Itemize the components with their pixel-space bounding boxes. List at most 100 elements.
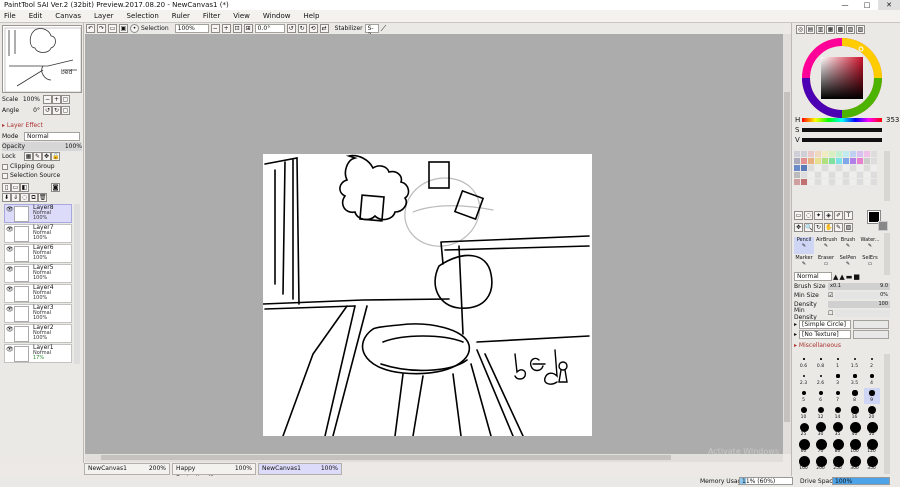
- selection-source-checkbox[interactable]: [2, 172, 8, 179]
- layer-item[interactable]: 👁 Layer8 Normal 100%: [4, 204, 72, 223]
- menu-file[interactable]: File: [4, 12, 16, 20]
- rotate-reset-icon[interactable]: ⟲: [308, 24, 318, 33]
- brush-shape-soft-icon[interactable]: ▲: [839, 273, 844, 281]
- delete-layer-icon[interactable]: 🗑: [38, 193, 47, 202]
- rgb-slider-icon[interactable]: ▤: [806, 25, 815, 34]
- navigator-preview[interactable]: bed: [2, 25, 82, 93]
- brush-size-preset[interactable]: 1: [830, 354, 846, 370]
- brush-size-preset[interactable]: 100: [847, 438, 863, 455]
- brush-size-preset[interactable]: 25: [796, 422, 812, 438]
- brush-size-preset[interactable]: 4: [864, 371, 880, 387]
- brush-tool[interactable]: Brush ✎: [838, 237, 858, 254]
- blend-mode-select[interactable]: Normal: [794, 272, 832, 281]
- rotate-right-icon[interactable]: ↻: [297, 24, 307, 33]
- brush-size-preset[interactable]: 80: [830, 438, 846, 455]
- brush-size-preset[interactable]: 5: [796, 388, 812, 404]
- eye-icon[interactable]: 👁: [6, 247, 14, 253]
- selers-tool[interactable]: SelErs ▭: [860, 255, 880, 272]
- background-color[interactable]: [878, 221, 888, 231]
- swatches-scrollbar[interactable]: [884, 151, 890, 201]
- brush-size-preset[interactable]: 2: [864, 354, 880, 370]
- scale-reset-icon[interactable]: ▢: [61, 95, 70, 104]
- saturation-slider[interactable]: [802, 128, 882, 132]
- document-tab-active[interactable]: NewCanvas1 100%: [258, 463, 342, 475]
- eye-icon[interactable]: 👁: [6, 327, 14, 333]
- brush-size-preset[interactable]: 40: [847, 421, 863, 438]
- transfer-down-icon[interactable]: ⬇: [2, 193, 11, 202]
- color-swatches[interactable]: [794, 151, 882, 201]
- min-density-checkbox[interactable]: ☐: [828, 310, 833, 317]
- zoom-tool-icon[interactable]: 🔍: [804, 223, 813, 232]
- magic-wand-icon[interactable]: ✦: [814, 211, 823, 220]
- lock-paint-icon[interactable]: ✎: [33, 152, 42, 161]
- brush-shape-select[interactable]: [Simple Circle]: [799, 320, 852, 329]
- document-tab[interactable]: Happy Easter!!.sai2 100%: [172, 463, 256, 482]
- clear-layer-icon[interactable]: ◌: [20, 193, 29, 202]
- color-palette-icon[interactable]: ▩: [836, 25, 845, 34]
- menu-help[interactable]: Help: [303, 12, 319, 20]
- straight-line-icon[interactable]: ⟋: [381, 24, 387, 34]
- color-wheel-icon[interactable]: ◎: [796, 25, 805, 34]
- min-density-slider[interactable]: [835, 310, 890, 317]
- menu-window[interactable]: Window: [263, 12, 291, 20]
- brush-size-preset[interactable]: 250: [830, 455, 846, 472]
- layer-item[interactable]: 👁 Layer6 Normal 100%: [4, 244, 72, 263]
- eye-icon[interactable]: 👁: [6, 287, 14, 293]
- brush-size-preset[interactable]: 35: [830, 421, 846, 438]
- maximize-button[interactable]: □: [856, 0, 878, 10]
- hue-slider[interactable]: [802, 118, 882, 122]
- brush-shape-round-icon[interactable]: ▲: [833, 273, 838, 281]
- density-slider[interactable]: 100: [828, 301, 890, 308]
- brush-size-preset[interactable]: 300: [847, 455, 863, 472]
- fit-icon[interactable]: ⊞: [243, 24, 253, 33]
- menu-ruler[interactable]: Ruler: [172, 12, 190, 20]
- layer-item[interactable]: 👁 Layer7 Normal 100%: [4, 224, 72, 243]
- duplicate-layer-icon[interactable]: ⧉: [29, 193, 38, 202]
- brush-size-preset[interactable]: 9: [864, 388, 880, 404]
- layer-item[interactable]: 👁 Layer5 Normal 100%: [4, 264, 72, 283]
- stabilizer-select[interactable]: S-2: [364, 24, 379, 39]
- layer-list-scrollbar[interactable]: [74, 204, 80, 364]
- eraser-tool[interactable]: Eraser ▭: [816, 255, 836, 272]
- new-mask-icon[interactable]: ◧: [20, 183, 29, 192]
- zoom-in-icon[interactable]: +: [221, 24, 231, 33]
- brush-size-preset[interactable]: 30: [813, 422, 829, 438]
- lock-transparency-icon[interactable]: ▦: [24, 152, 33, 161]
- tool-list-scrollbar[interactable]: [884, 233, 890, 275]
- scale-zoom-in-icon[interactable]: +: [52, 95, 61, 104]
- layer-effect-header[interactable]: ▸ Layer Effect: [2, 121, 82, 130]
- minimize-button[interactable]: —: [834, 0, 856, 10]
- brush-size-preset[interactable]: 0.6: [796, 354, 812, 370]
- scale-zoom-out-icon[interactable]: −: [43, 95, 52, 104]
- eye-icon[interactable]: 👁: [6, 207, 14, 213]
- brush-size-preset[interactable]: 10: [796, 405, 812, 421]
- vertical-scrollbar[interactable]: [783, 34, 791, 454]
- invert-selection-icon[interactable]: ▣: [119, 24, 128, 33]
- fill-icon[interactable]: ◈: [824, 211, 833, 220]
- brush-size-preset[interactable]: 70: [813, 438, 829, 455]
- canvas-area[interactable]: bed Activate Windows: [85, 34, 783, 456]
- eye-icon[interactable]: 👁: [6, 307, 14, 313]
- brush-size-preset[interactable]: 2.6: [813, 371, 829, 387]
- eye-icon[interactable]: 👁: [6, 227, 14, 233]
- eye-icon[interactable]: 👁: [6, 267, 14, 273]
- brush-shape-flat-icon[interactable]: ▬: [846, 273, 853, 281]
- color-wheel[interactable]: [801, 37, 883, 119]
- brush-size-preset[interactable]: 50: [864, 421, 880, 438]
- brush-size-preset[interactable]: 3: [830, 371, 846, 387]
- menu-selection[interactable]: Selection: [127, 12, 159, 20]
- undo-icon[interactable]: ↶: [86, 24, 95, 33]
- layer-item[interactable]: 👁 Layer3 Normal 100%: [4, 304, 72, 323]
- brush-size-preset[interactable]: 8: [847, 388, 863, 404]
- lock-move-icon[interactable]: ✥: [42, 152, 51, 161]
- brush-size-preset[interactable]: 200: [813, 455, 829, 472]
- brush-size-preset[interactable]: 7: [830, 388, 846, 404]
- selection-visible-checkbox[interactable]: •: [130, 24, 139, 33]
- menu-canvas[interactable]: Canvas: [55, 12, 81, 20]
- hls-slider-icon[interactable]: ▦: [826, 25, 835, 34]
- brush-size-preset[interactable]: 3.5: [847, 371, 863, 387]
- layer-item[interactable]: 👁 Layer4 Normal 100%: [4, 284, 72, 303]
- swatches-icon[interactable]: ▧: [846, 25, 855, 34]
- brush-size-preset[interactable]: 60: [796, 438, 812, 455]
- brush-size-slider[interactable]: x0.1 9.0: [828, 283, 890, 290]
